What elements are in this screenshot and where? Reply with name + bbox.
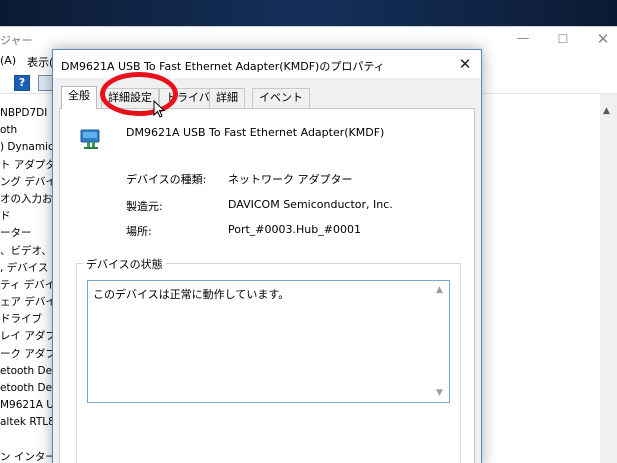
- device-status-textbox[interactable]: このデバイスは正常に動作しています。 ▲ ▼: [87, 280, 450, 403]
- status-scrollbar[interactable]: ▲ ▼: [433, 281, 449, 402]
- location-label: 場所:: [126, 225, 152, 238]
- mouse-cursor-icon: [153, 100, 165, 118]
- menu-bar: (A) 表示(: [0, 51, 60, 71]
- device-type-value: ネットワーク アダプター: [228, 173, 353, 186]
- help-icon[interactable]: ?: [14, 75, 30, 91]
- tree-scrollbar[interactable]: ▲: [600, 94, 617, 463]
- minimize-icon[interactable]: —: [505, 29, 541, 49]
- general-tab-panel: DM9621A USB To Fast Ethernet Adapter(KMD…: [59, 108, 475, 463]
- device-type-label: デバイスの種類:: [126, 173, 207, 186]
- tab-details[interactable]: 詳細: [209, 88, 245, 108]
- menu-item-view[interactable]: 表示(: [27, 54, 53, 70]
- device-status-text: このデバイスは正常に動作しています。: [93, 288, 290, 301]
- dialog-close-icon[interactable]: ✕: [451, 52, 479, 76]
- dialog-title: DM9621A USB To Fast Ethernet Adapter(KMD…: [61, 60, 385, 73]
- dialog-titlebar: DM9621A USB To Fast Ethernet Adapter(KMD…: [53, 50, 481, 78]
- desktop-background: [0, 0, 617, 26]
- network-adapter-icon: [80, 129, 100, 149]
- menu-item-fragment[interactable]: (A): [0, 54, 16, 67]
- tab-general[interactable]: 全般: [61, 86, 97, 109]
- device-status-title: デバイスの状態: [83, 256, 166, 272]
- scroll-down-icon[interactable]: ▼: [436, 388, 443, 398]
- scroll-up-icon[interactable]: ▲: [603, 106, 610, 116]
- device-manager-title: ジャー: [0, 34, 33, 47]
- manufacturer-value: DAVICOM Semiconductor, Inc.: [228, 198, 393, 211]
- location-value: Port_#0003.Hub_#0001: [228, 223, 361, 236]
- device-manager-titlebar: ジャー — ☐ ✕: [0, 27, 617, 51]
- scroll-up-icon[interactable]: ▲: [436, 285, 443, 295]
- manufacturer-label: 製造元:: [126, 200, 163, 213]
- tab-events[interactable]: イベント: [252, 88, 310, 108]
- red-highlight-circle: [100, 72, 178, 116]
- maximize-icon[interactable]: ☐: [545, 29, 581, 49]
- device-status-group: デバイスの状態 このデバイスは正常に動作しています。 ▲ ▼: [76, 256, 461, 463]
- device-name: DM9621A USB To Fast Ethernet Adapter(KMD…: [126, 126, 385, 139]
- close-icon[interactable]: ✕: [585, 29, 617, 49]
